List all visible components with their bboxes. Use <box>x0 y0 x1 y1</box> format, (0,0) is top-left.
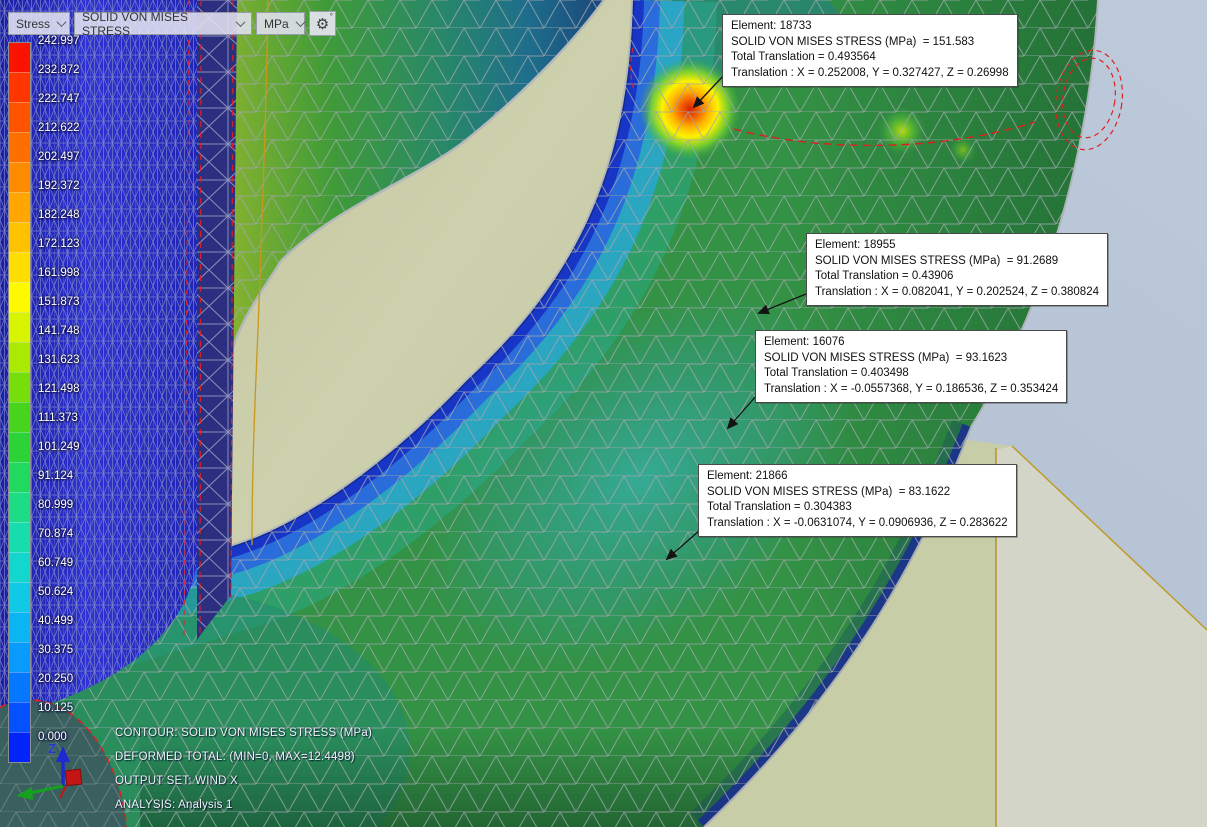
legend-tick-label: 222.747 <box>38 93 80 105</box>
navy-strip-member <box>197 0 237 640</box>
legend-tick-label: 151.873 <box>38 296 80 308</box>
element-callout[interactable]: Element: 18733 SOLID VON MISES STRESS (M… <box>722 14 1018 87</box>
legend-color-segment <box>9 642 30 672</box>
legend-tick-label: 91.124 <box>38 470 73 482</box>
callout-element-id: Element: 21866 <box>707 469 1008 485</box>
legend-color-segment <box>9 372 30 402</box>
legend-color-segment <box>9 432 30 462</box>
result-vector-dropdown[interactable]: SOLID VON MISES STRESS <box>74 12 252 35</box>
legend-color-segment <box>9 132 30 162</box>
callout-element-id: Element: 16076 <box>764 335 1058 351</box>
legend-color-segment <box>9 672 30 702</box>
legend-color-segment <box>9 312 30 342</box>
callout-translation-xyz: Translation : X = 0.082041, Y = 0.202524… <box>815 285 1099 301</box>
viewport-3d[interactable]: Stress SOLID VON MISES STRESS MPa ⚙ ° 24… <box>0 0 1207 827</box>
callout-translation-xyz: Translation : X = 0.252008, Y = 0.327427… <box>731 66 1009 82</box>
legend-color-segment <box>9 282 30 312</box>
callout-total-translation: Total Translation = 0.304383 <box>707 500 1008 516</box>
legend-color-segment <box>9 102 30 132</box>
callout-total-translation: Total Translation = 0.43906 <box>815 269 1099 285</box>
legend-tick-label: 242.997 <box>38 35 80 47</box>
element-callout[interactable]: Element: 16076 SOLID VON MISES STRESS (M… <box>755 330 1067 403</box>
fea-scene <box>0 0 1207 827</box>
element-callout[interactable]: Element: 21866 SOLID VON MISES STRESS (M… <box>698 464 1017 537</box>
legend-tick-label: 30.375 <box>38 644 73 656</box>
legend-tick-label: 10.125 <box>38 702 73 714</box>
result-vector-label: SOLID VON MISES STRESS <box>82 10 229 38</box>
legend-tick-label: 111.373 <box>38 412 78 424</box>
legend-tick-label: 192.372 <box>38 180 80 192</box>
contour-info-line: CONTOUR: SOLID VON MISES STRESS (MPa) <box>115 727 372 739</box>
deformed-info-line: DEFORMED TOTAL: (MIN=0, MAX=12.4498) <box>115 751 355 763</box>
legend-color-segment <box>9 582 30 612</box>
legend-tick-label: 40.499 <box>38 615 73 627</box>
legend-tick-label: 101.249 <box>38 441 80 453</box>
legend-tick-label: 131.623 <box>38 354 80 366</box>
legend-color-segment <box>9 162 30 192</box>
callout-element-id: Element: 18955 <box>815 238 1099 254</box>
gear-mini-icon: ° <box>330 12 333 21</box>
legend-tick-label: 212.622 <box>38 122 80 134</box>
legend-color-segment <box>9 72 30 102</box>
legend-tick-label: 20.250 <box>38 673 73 685</box>
legend-tick-label: 141.748 <box>38 325 80 337</box>
legend-color-segment <box>9 732 30 762</box>
callout-stress-value: SOLID VON MISES STRESS (MPa) = 151.583 <box>731 35 1009 51</box>
callout-stress-value: SOLID VON MISES STRESS (MPa) = 93.1623 <box>764 351 1058 367</box>
chevron-down-icon <box>236 17 246 27</box>
legend-tick-label: 121.498 <box>38 383 80 395</box>
legend-tick-label: 172.123 <box>38 238 80 250</box>
legend-tick-label: 80.999 <box>38 499 73 511</box>
legend-color-segment <box>9 252 30 282</box>
gear-icon: ⚙ <box>316 15 329 33</box>
settings-button[interactable]: ⚙ ° <box>309 11 336 36</box>
chevron-down-icon <box>57 17 67 27</box>
callout-total-translation: Total Translation = 0.403498 <box>764 366 1058 382</box>
legend-color-segment <box>9 492 30 522</box>
units-label: MPa <box>264 17 289 31</box>
triad-z-label: Z <box>48 741 56 756</box>
legend-color-segment <box>9 702 30 732</box>
legend-tick-label: 202.497 <box>38 151 80 163</box>
callout-translation-xyz: Translation : X = -0.0631074, Y = 0.0906… <box>707 516 1008 532</box>
postprocess-toolbar: Stress SOLID VON MISES STRESS MPa ⚙ ° <box>8 11 336 36</box>
element-callout[interactable]: Element: 18955 SOLID VON MISES STRESS (M… <box>806 233 1108 306</box>
legend-color-segment <box>9 552 30 582</box>
legend-color-segment <box>9 462 30 492</box>
legend-bar <box>8 42 31 763</box>
callout-stress-value: SOLID VON MISES STRESS (MPa) = 91.2689 <box>815 254 1099 270</box>
legend-tick-label: 161.998 <box>38 267 80 279</box>
legend-tick-label: 70.874 <box>38 528 73 540</box>
analysis-info-line: ANALYSIS: Analysis 1 <box>115 799 233 811</box>
vector-category-dropdown[interactable]: Stress <box>8 12 70 35</box>
callout-stress-value: SOLID VON MISES STRESS (MPa) = 83.1622 <box>707 485 1008 501</box>
legend-tick-label: 182.248 <box>38 209 80 221</box>
legend-color-segment <box>9 342 30 372</box>
units-dropdown[interactable]: MPa <box>256 12 305 35</box>
chevron-down-icon <box>295 17 305 27</box>
output-set-info-line: OUTPUT SET: WIND X <box>115 775 238 787</box>
legend-color-segment <box>9 612 30 642</box>
callout-element-id: Element: 18733 <box>731 19 1009 35</box>
legend-tick-label: 50.624 <box>38 586 73 598</box>
callout-total-translation: Total Translation = 0.493564 <box>731 50 1009 66</box>
legend-tick-label: 0.000 <box>38 731 67 743</box>
legend-tick-label: 232.872 <box>38 64 80 76</box>
vector-category-label: Stress <box>16 17 50 31</box>
callout-translation-xyz: Translation : X = -0.0557368, Y = 0.1865… <box>764 382 1058 398</box>
legend-color-segment <box>9 43 30 72</box>
legend-color-segment <box>9 522 30 552</box>
legend-color-segment <box>9 402 30 432</box>
legend-tick-label: 60.749 <box>38 557 73 569</box>
legend-color-segment <box>9 192 30 222</box>
contour-legend: 242.997232.872222.747212.622202.497192.3… <box>8 42 31 763</box>
legend-color-segment <box>9 222 30 252</box>
